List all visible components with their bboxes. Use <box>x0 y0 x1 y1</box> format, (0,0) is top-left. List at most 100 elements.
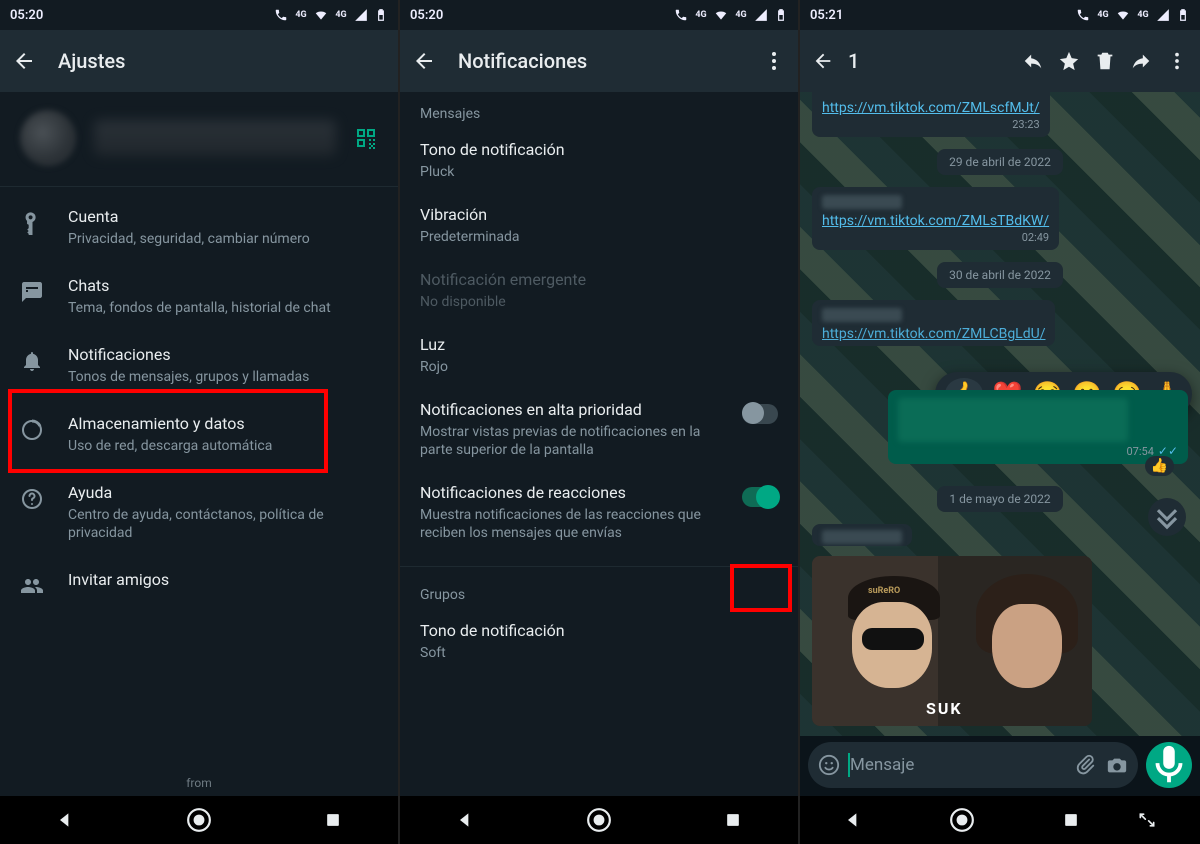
settings-item-chats[interactable]: Chats Tema, fondos de pantalla, historia… <box>0 262 398 331</box>
nav-home-icon[interactable] <box>186 807 212 833</box>
settings-item-storage[interactable]: Almacenamiento y datos Uso de red, desca… <box>0 400 398 469</box>
emoji-icon[interactable] <box>818 754 840 776</box>
item-title: Cuenta <box>68 207 372 228</box>
item-subtitle: Rojo <box>420 358 778 376</box>
nav-recent-icon[interactable] <box>323 810 343 830</box>
item-subtitle: Predeterminada <box>420 228 778 246</box>
key-icon <box>20 211 44 235</box>
call-icon <box>674 8 688 22</box>
data-icon <box>20 418 44 442</box>
back-arrow-icon[interactable] <box>412 49 436 73</box>
forward-icon[interactable] <box>1130 50 1152 72</box>
toggle-reactions[interactable] <box>742 487 778 507</box>
item-title: Notificaciones de reacciones <box>420 483 778 504</box>
blurred-content <box>898 398 1128 442</box>
message-in-blurred-header[interactable] <box>812 524 912 546</box>
pane-settings: 05:20 4G 4G Ajustes Cuenta <box>0 0 400 844</box>
bell-icon <box>20 349 44 373</box>
nav-recent-icon[interactable] <box>1061 810 1081 830</box>
nav-recent-icon[interactable] <box>723 810 743 830</box>
notif-vibration[interactable]: Vibración Predeterminada <box>400 195 798 260</box>
item-subtitle: Soft <box>420 644 778 662</box>
settings-item-invite[interactable]: Invitar amigos <box>0 556 398 612</box>
nav-home-icon[interactable] <box>949 807 975 833</box>
status-time: 05:21 <box>810 8 843 23</box>
page-title: Notificaciones <box>458 49 587 73</box>
attach-icon[interactable] <box>1074 754 1096 776</box>
notif-high-priority[interactable]: Notificaciones en alta prioridad Mostrar… <box>400 390 798 473</box>
avatar <box>20 110 76 166</box>
blurred-sender <box>822 530 902 544</box>
back-arrow-icon[interactable] <box>812 50 834 72</box>
notif-popup: Notificación emergente No disponible <box>400 260 798 325</box>
message-link[interactable]: https://vm.tiktok.com/ZMLCBgLdU/ <box>822 326 1045 342</box>
message-in[interactable]: https://vm.tiktok.com/ZMLscfMJt/ 23:23 <box>812 92 1050 137</box>
reply-icon[interactable] <box>1022 50 1044 72</box>
nav-bar <box>400 796 798 844</box>
wifi-icon <box>714 8 728 22</box>
star-icon[interactable] <box>1058 50 1080 72</box>
more-icon[interactable] <box>1166 50 1188 72</box>
message-in[interactable]: https://vm.tiktok.com/ZMLsTBdKW/ 02:49 <box>812 187 1059 250</box>
image-cap-text: suReRO <box>868 586 900 596</box>
image-overlay-text: SUK <box>926 699 963 718</box>
battery-icon <box>374 8 388 22</box>
settings-item-help[interactable]: Ayuda Centro de ayuda, contáctanos, polí… <box>0 469 398 556</box>
signal-icon <box>754 8 768 22</box>
notif-light[interactable]: Luz Rojo <box>400 325 798 390</box>
scroll-to-bottom-button[interactable] <box>1148 498 1186 536</box>
pane-chat: 05:21 4G 4G 1 https://vm.tiktok.com/ZMLs… <box>800 0 1200 844</box>
notif-reactions[interactable]: Notificaciones de reacciones Muestra not… <box>400 473 798 556</box>
network-4g-icon: 4G <box>294 8 308 22</box>
call-icon <box>1076 8 1090 22</box>
status-bar: 05:21 4G 4G <box>800 0 1200 30</box>
notif-tone[interactable]: Tono de notificación Pluck <box>400 130 798 195</box>
battery-icon <box>1176 8 1190 22</box>
camera-icon[interactable] <box>1106 754 1128 776</box>
settings-item-account[interactable]: Cuenta Privacidad, seguridad, cambiar nú… <box>0 193 398 262</box>
item-title: Luz <box>420 335 778 356</box>
nav-back-icon[interactable] <box>455 810 475 830</box>
signal-icon <box>354 8 368 22</box>
item-subtitle: No disponible <box>420 293 778 311</box>
message-placeholder: Mensaje <box>850 755 1064 775</box>
notif-group-tone[interactable]: Tono de notificación Soft <box>400 611 798 676</box>
mic-button[interactable] <box>1146 742 1192 788</box>
page-title: Ajustes <box>58 49 125 73</box>
message-out-selected[interactable]: 07:54✓✓ 👍 <box>888 390 1188 464</box>
message-in[interactable]: https://vm.tiktok.com/ZMLCBgLdU/ <box>812 300 1055 346</box>
chat-body[interactable]: https://vm.tiktok.com/ZMLscfMJt/ 23:23 2… <box>800 92 1200 736</box>
nav-home-icon[interactable] <box>586 807 612 833</box>
more-icon[interactable] <box>762 49 786 73</box>
pane-notifications: 05:20 4G 4G Notificaciones Mensajes Tono… <box>400 0 800 844</box>
back-arrow-icon[interactable] <box>12 49 36 73</box>
chat-input-bar: Mensaje <box>800 736 1200 796</box>
message-reaction-badge[interactable]: 👍 <box>1145 456 1174 476</box>
profile-row[interactable] <box>0 92 398 184</box>
wifi-icon <box>1116 8 1130 22</box>
nav-bar <box>800 796 1200 844</box>
message-image[interactable]: suReRO SUK <box>812 556 1092 726</box>
item-title: Chats <box>68 276 372 297</box>
item-subtitle: Pluck <box>420 163 778 181</box>
app-bar-chat-selection: 1 <box>800 30 1200 92</box>
network-4g-icon: 4G <box>1096 8 1110 22</box>
message-link[interactable]: https://vm.tiktok.com/ZMLsTBdKW/ <box>822 213 1049 229</box>
profile-name-blurred <box>94 120 336 156</box>
message-link[interactable]: https://vm.tiktok.com/ZMLscfMJt/ <box>822 100 1040 116</box>
divider <box>400 566 798 567</box>
nav-back-icon[interactable] <box>55 810 75 830</box>
nav-rotate-icon[interactable] <box>1137 810 1157 830</box>
item-title: Almacenamiento y datos <box>68 414 372 435</box>
delete-icon[interactable] <box>1094 50 1116 72</box>
message-input[interactable]: Mensaje <box>808 742 1138 788</box>
footer-from: from <box>0 770 398 796</box>
qr-icon[interactable] <box>354 126 378 150</box>
settings-item-notifications[interactable]: Notificaciones Tonos de mensajes, grupos… <box>0 331 398 400</box>
network-4g-icon-2: 4G <box>734 8 748 22</box>
toggle-high-priority[interactable] <box>742 404 778 424</box>
date-badge: 29 de abril de 2022 <box>937 149 1063 175</box>
nav-back-icon[interactable] <box>843 810 863 830</box>
nav-bar <box>0 796 398 844</box>
people-icon <box>20 574 44 598</box>
